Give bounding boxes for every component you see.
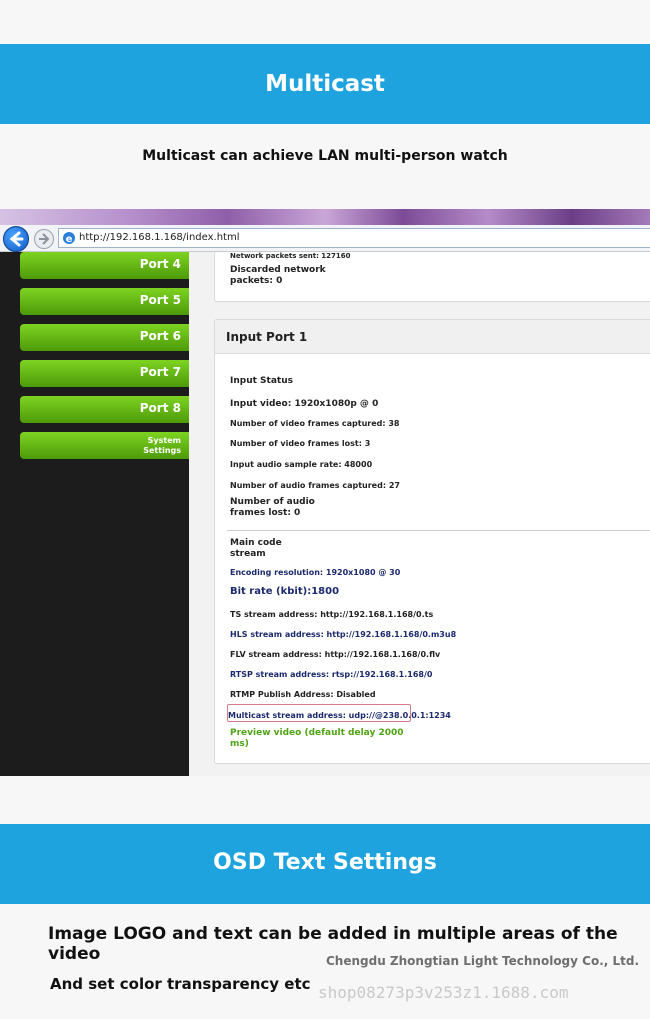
- ie-icon: e: [63, 232, 75, 245]
- multicast-banner: Multicast: [0, 44, 650, 124]
- audio-sample-rate: Input audio sample rate: 48000: [230, 460, 373, 469]
- network-stats-panel: Network packets sent: 127160 Discarded n…: [214, 252, 650, 302]
- browser-screenshot: e http://192.168.1.168/index.html Port 4…: [0, 209, 650, 776]
- main-code-stream-heading: Main code stream: [230, 538, 282, 559]
- osd-banner-title: OSD Text Settings: [213, 850, 437, 875]
- sidebar-item-port-7[interactable]: Port 7: [20, 360, 189, 387]
- rtsp-stream-address: RTSP stream address: rtsp://192.168.1.16…: [230, 670, 433, 679]
- osd-banner: OSD Text Settings: [0, 824, 650, 904]
- section-divider: [227, 530, 650, 531]
- shop-watermark: shop08273p3v253z1.1688.com: [318, 983, 569, 1002]
- video-frames-lost: Number of video frames lost: 3: [230, 439, 371, 448]
- sidebar-item-port-5[interactable]: Port 5: [20, 288, 189, 315]
- company-name: Chengdu Zhongtian Light Technology Co., …: [326, 954, 640, 968]
- back-button[interactable]: [3, 226, 29, 252]
- browser-titlebar: [0, 209, 650, 225]
- panel-title: Input Port 1: [215, 320, 650, 354]
- flv-stream-address: FLV stream address: http://192.168.1.168…: [230, 650, 441, 659]
- multicast-subtitle: Multicast can achieve LAN multi-person w…: [142, 148, 508, 164]
- sidebar-item-port-4[interactable]: Port 4: [20, 252, 189, 279]
- browser-address-row: e http://192.168.1.168/index.html: [0, 225, 650, 252]
- bit-rate: Bit rate (kbit):1800: [230, 586, 340, 597]
- svg-text:e: e: [66, 234, 73, 245]
- audio-frames-lost: Number of audio frames lost: 0: [230, 497, 315, 518]
- multicast-stream-address: Multicast stream address: udp://@238.0.0…: [228, 711, 451, 720]
- osd-subtitle-2: And set color transparency etc: [50, 975, 311, 993]
- multicast-banner-title: Multicast: [265, 71, 385, 97]
- preview-video-link[interactable]: Preview video (default delay 2000 ms): [230, 728, 404, 750]
- input-video: Input video: 1920x1080p @ 0: [230, 399, 379, 409]
- sidebar-item-system-settings[interactable]: System Settings: [20, 432, 189, 459]
- encoding-resolution: Encoding resolution: 1920x1080 @ 30: [230, 568, 401, 577]
- hls-stream-address: HLS stream address: http://192.168.1.168…: [230, 630, 457, 639]
- packets-sent: Network packets sent: 127160: [230, 252, 351, 260]
- url-text: http://192.168.1.168/index.html: [79, 232, 240, 243]
- back-arrow-icon: [9, 231, 24, 247]
- sidebar: Port 4 Port 5 Port 6 Port 7 Port 8 Syste…: [0, 252, 189, 776]
- sidebar-item-port-8[interactable]: Port 8: [20, 396, 189, 423]
- discarded-packets: Discarded network packets: 0: [230, 265, 326, 286]
- audio-frames-captured: Number of audio frames captured: 27: [230, 481, 400, 490]
- input-port-panel: Input Port 1 Input Status Input video: 1…: [214, 319, 650, 764]
- address-bar[interactable]: e http://192.168.1.168/index.html: [58, 228, 650, 248]
- forward-button[interactable]: [34, 229, 54, 249]
- video-frames-captured: Number of video frames captured: 38: [230, 419, 400, 428]
- input-status-heading: Input Status: [230, 376, 293, 386]
- rtmp-publish-address: RTMP Publish Address: Disabled: [230, 690, 376, 699]
- forward-arrow-icon: [39, 233, 50, 245]
- ts-stream-address: TS stream address: http://192.168.1.168/…: [230, 610, 434, 619]
- sidebar-item-port-6[interactable]: Port 6: [20, 324, 189, 351]
